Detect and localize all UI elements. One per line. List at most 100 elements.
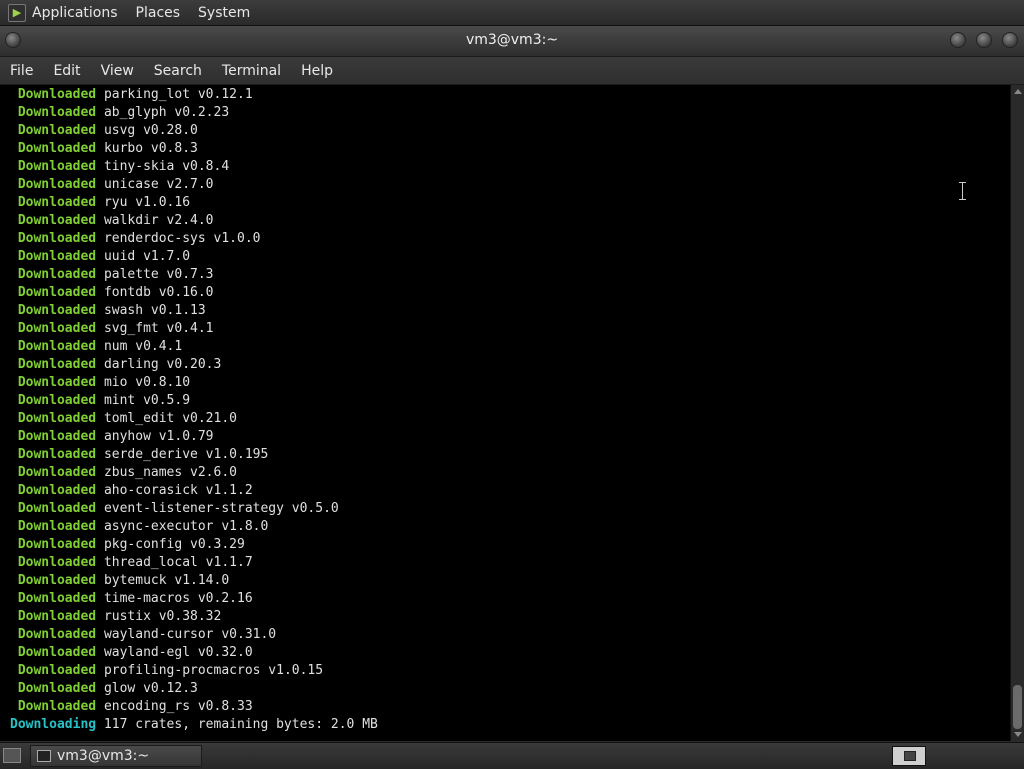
- line-text: wayland-egl v0.32.0: [103, 645, 253, 660]
- menu-edit[interactable]: Edit: [43, 63, 90, 79]
- terminal-line: Downloaded palette v0.7.3: [10, 266, 214, 284]
- terminal-line: Downloaded bytemuck v1.14.0: [10, 572, 229, 590]
- menu-terminal[interactable]: Terminal: [212, 63, 291, 79]
- terminal-line: Downloaded toml_edit v0.21.0: [10, 410, 237, 428]
- line-keyword: Downloaded: [17, 213, 97, 228]
- menu-view[interactable]: View: [91, 63, 144, 79]
- line-text: toml_edit v0.21.0: [103, 411, 237, 426]
- line-text: profiling-procmacros v1.0.15: [103, 663, 324, 678]
- terminal-line: Downloaded unicase v2.7.0: [10, 176, 214, 194]
- taskbar-window-button[interactable]: vm3@vm3:~: [30, 745, 202, 767]
- line-keyword: Downloaded: [17, 321, 97, 336]
- line-keyword: Downloaded: [17, 483, 97, 498]
- line-text: darling v0.20.3: [103, 357, 222, 372]
- panel-menu-places[interactable]: Places: [136, 5, 181, 21]
- terminal-line: Downloaded mint v0.5.9: [10, 392, 190, 410]
- terminal-line: Downloaded svg_fmt v0.4.1: [10, 320, 214, 338]
- ibeam-cursor-icon: [958, 182, 967, 200]
- line-text: encoding_rs v0.8.33: [103, 699, 253, 714]
- line-text: serde_derive v1.0.195: [103, 447, 269, 462]
- minimize-button[interactable]: [950, 32, 966, 48]
- line-keyword: Downloaded: [17, 393, 97, 408]
- line-text: swash v0.1.13: [103, 303, 206, 318]
- line-text: renderdoc-sys v1.0.0: [103, 231, 261, 246]
- status-text: 117 crates, remaining bytes: 2.0 MB: [103, 717, 378, 732]
- terminal-line: Downloaded glow v0.12.3: [10, 680, 198, 698]
- bottom-taskbar: vm3@vm3:~: [0, 742, 1024, 769]
- taskbar-window-label: vm3@vm3:~: [57, 748, 150, 764]
- line-text: wayland-cursor v0.31.0: [103, 627, 277, 642]
- terminal-output[interactable]: Downloaded parking_lot v0.12.1 Downloade…: [0, 85, 1010, 741]
- menu-help[interactable]: Help: [291, 63, 343, 79]
- line-keyword: Downloaded: [17, 339, 97, 354]
- terminal-line: Downloaded time-macros v0.2.16: [10, 590, 253, 608]
- line-text: glow v0.12.3: [103, 681, 198, 696]
- line-keyword: Downloaded: [17, 681, 97, 696]
- terminal-line: Downloaded wayland-egl v0.32.0: [10, 644, 253, 662]
- status-keyword: Downloading: [10, 717, 97, 732]
- terminal-line: Downloaded parking_lot v0.12.1: [10, 86, 253, 104]
- panel-menu-system[interactable]: System: [198, 5, 250, 21]
- line-keyword: Downloaded: [17, 447, 97, 462]
- line-keyword: Downloaded: [17, 159, 97, 174]
- line-keyword: Downloaded: [17, 87, 97, 102]
- line-keyword: Downloaded: [17, 699, 97, 714]
- line-text: walkdir v2.4.0: [103, 213, 214, 228]
- line-keyword: Downloaded: [17, 285, 97, 300]
- line-keyword: Downloaded: [17, 465, 97, 480]
- menu-search[interactable]: Search: [144, 63, 212, 79]
- line-text: tiny-skia v0.8.4: [103, 159, 230, 174]
- terminal-line: Downloaded usvg v0.28.0: [10, 122, 198, 140]
- scroll-up-icon[interactable]: [1014, 89, 1022, 94]
- menu-file[interactable]: File: [0, 63, 43, 79]
- terminal-scrollbar[interactable]: [1010, 85, 1024, 741]
- terminal-line: Downloaded pkg-config v0.3.29: [10, 536, 245, 554]
- show-desktop-icon[interactable]: [3, 748, 21, 763]
- line-keyword: Downloaded: [17, 627, 97, 642]
- window-titlebar[interactable]: vm3@vm3:~: [0, 26, 1024, 57]
- line-keyword: Downloaded: [17, 609, 97, 624]
- line-text: parking_lot v0.12.1: [103, 87, 253, 102]
- line-text: ryu v1.0.16: [103, 195, 191, 210]
- terminal-line: Downloaded wayland-cursor v0.31.0: [10, 626, 276, 644]
- panel-menu-applications[interactable]: Applications: [32, 5, 118, 21]
- scrollbar-thumb[interactable]: [1013, 685, 1022, 729]
- top-panel: ▶ Applications Places System: [0, 0, 1024, 26]
- line-keyword: Downloaded: [17, 177, 97, 192]
- line-keyword: Downloaded: [17, 519, 97, 534]
- line-text: uuid v1.7.0: [103, 249, 191, 264]
- maximize-button[interactable]: [976, 32, 992, 48]
- terminal-line: Downloaded aho-corasick v1.1.2: [10, 482, 253, 500]
- terminal-line: Downloaded ab_glyph v0.2.23: [10, 104, 229, 122]
- line-keyword: Downloaded: [17, 411, 97, 426]
- scroll-down-icon[interactable]: [1014, 732, 1022, 737]
- line-keyword: Downloaded: [17, 195, 97, 210]
- line-keyword: Downloaded: [17, 123, 97, 138]
- line-keyword: Downloaded: [17, 501, 97, 516]
- line-keyword: Downloaded: [17, 555, 97, 570]
- line-text: unicase v2.7.0: [103, 177, 214, 192]
- line-keyword: Downloaded: [17, 537, 97, 552]
- close-button[interactable]: [1002, 32, 1018, 48]
- workspace-switcher[interactable]: [892, 746, 926, 766]
- terminal-line: Downloaded walkdir v2.4.0: [10, 212, 214, 230]
- applications-logo-icon[interactable]: ▶: [8, 3, 26, 22]
- line-keyword: Downloaded: [17, 591, 97, 606]
- terminal-line: Downloaded kurbo v0.8.3: [10, 140, 198, 158]
